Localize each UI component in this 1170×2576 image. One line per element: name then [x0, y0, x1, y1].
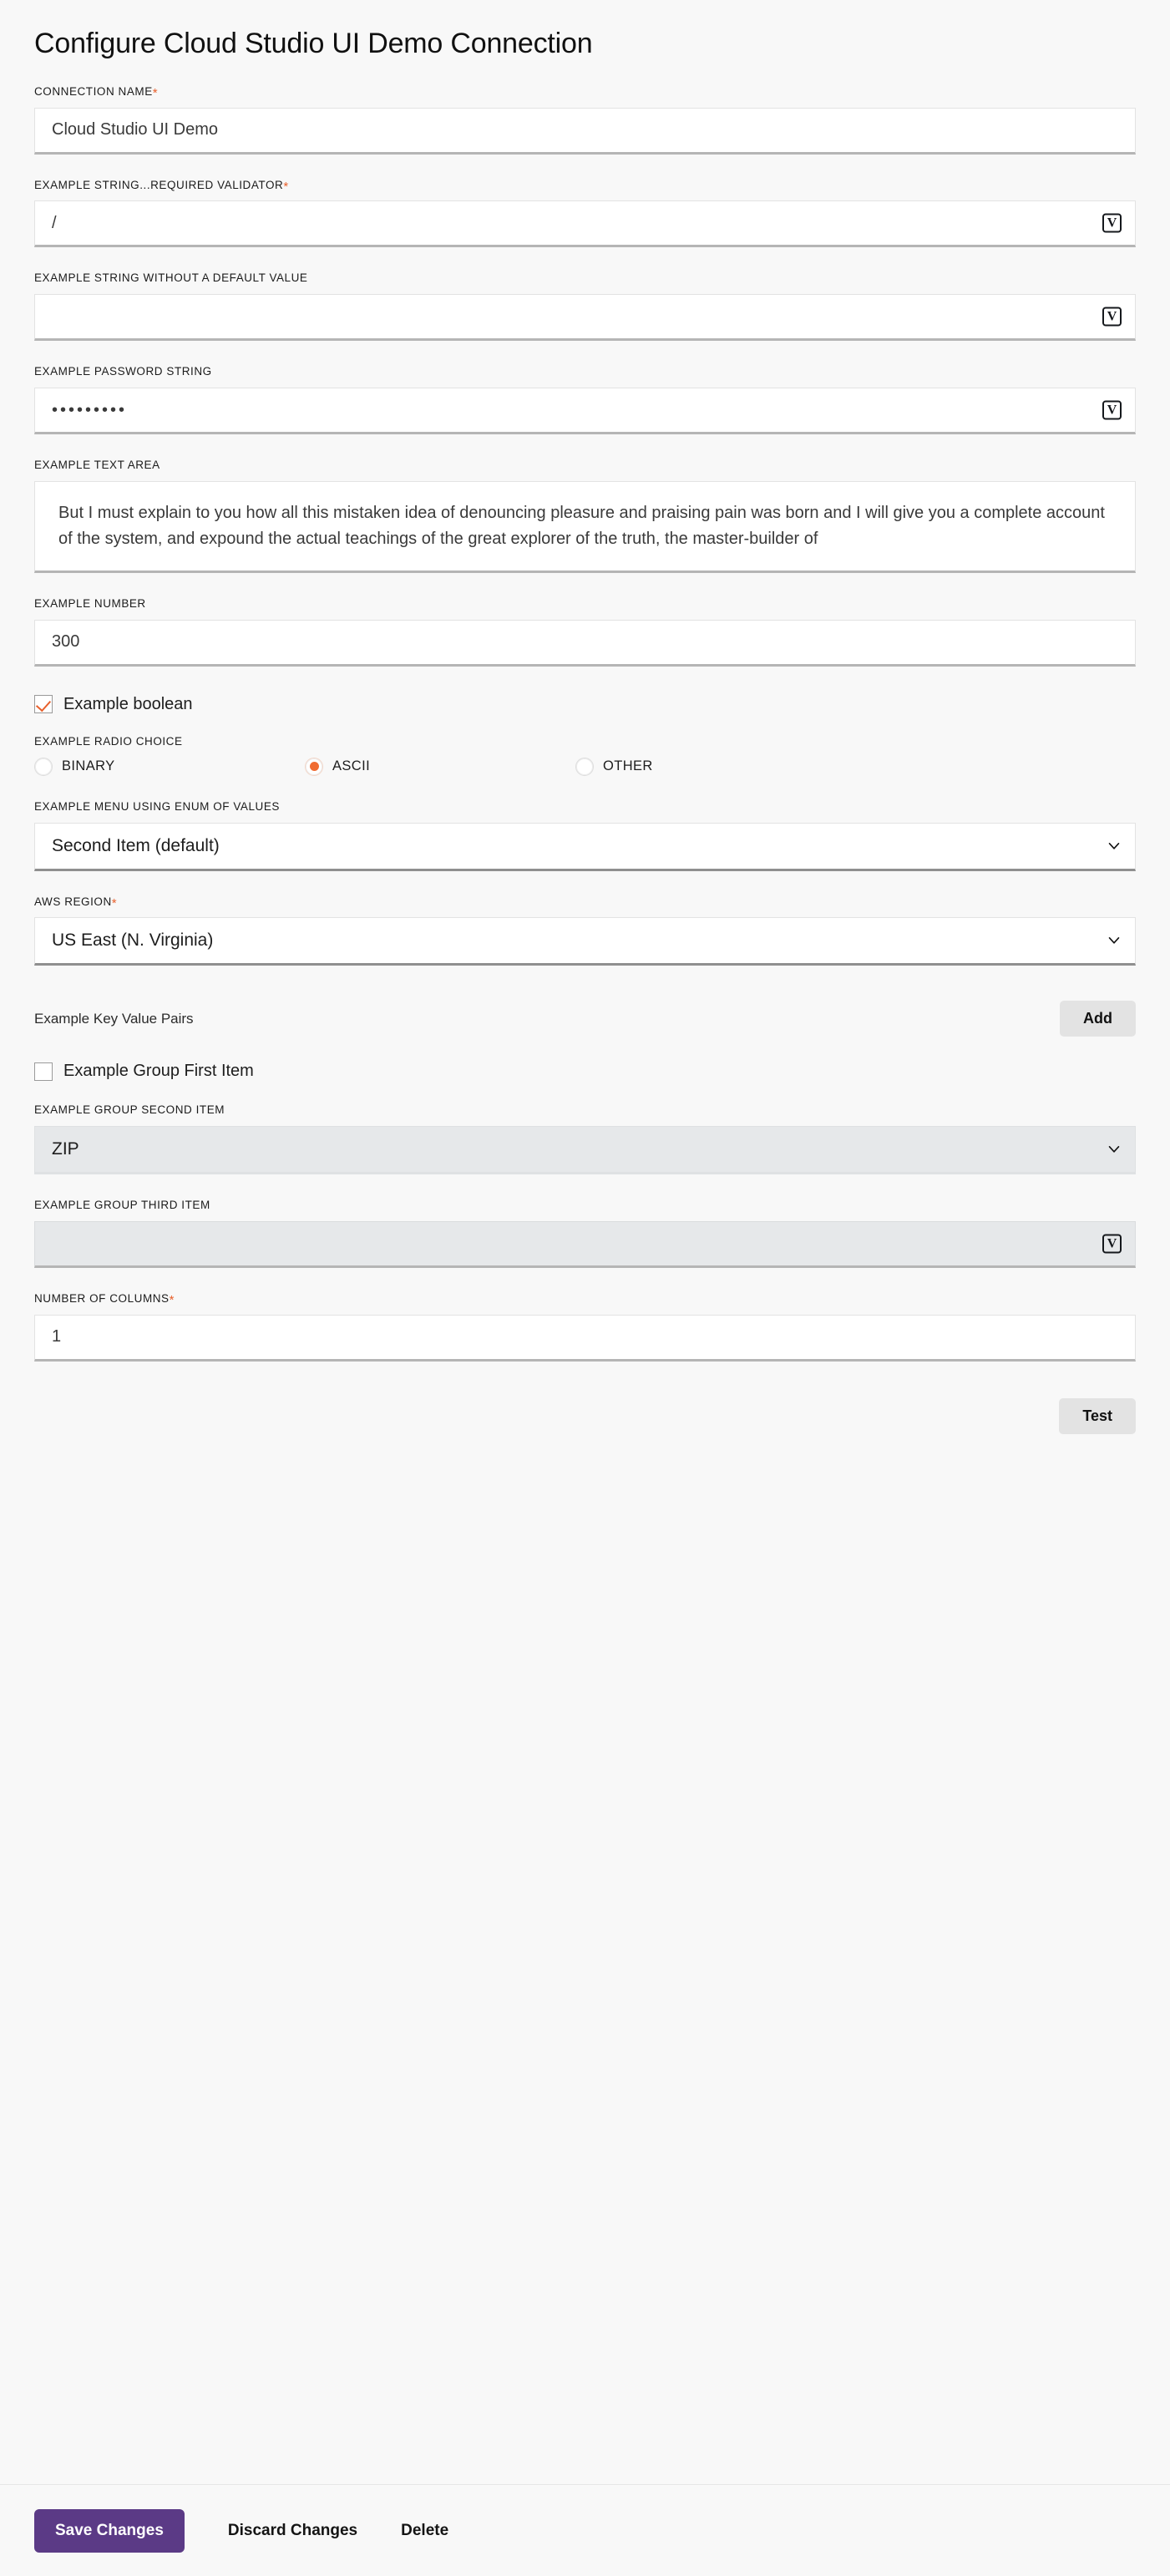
- add-key-value-pair-button[interactable]: Add: [1060, 1001, 1136, 1037]
- variable-icon[interactable]: V: [1102, 213, 1122, 233]
- required-asterisk: *: [169, 1293, 175, 1308]
- label-example-password-string: EXAMPLE PASSWORD STRING: [34, 365, 212, 378]
- save-changes-button[interactable]: Save Changes: [34, 2508, 185, 2553]
- radio-option-binary[interactable]: BINARY: [34, 757, 305, 776]
- chevron-down-icon: [1108, 935, 1120, 946]
- radio-group-example-radio-choice: BINARY ASCII OTHER: [34, 757, 1136, 776]
- label-example-radio-choice: EXAMPLE RADIO CHOICE: [34, 734, 183, 748]
- field-example-radio-choice: EXAMPLE RADIO CHOICE BINARY ASCII OTHER: [34, 734, 1136, 776]
- variable-icon[interactable]: V: [1102, 400, 1122, 420]
- footer-action-bar: Save Changes Discard Changes Delete: [0, 2484, 1170, 2576]
- delete-button[interactable]: Delete: [379, 2509, 470, 2553]
- label-example-string-required-validator: EXAMPLE STRING...REQUIRED VALIDATOR*: [34, 178, 1136, 194]
- label-aws-region-text: AWS REGION: [34, 895, 112, 908]
- label-number-of-columns: NUMBER OF COLUMNS*: [34, 1292, 1136, 1308]
- checkbox-example-group-first-item[interactable]: [34, 1062, 53, 1081]
- field-example-string-no-default: EXAMPLE STRING WITHOUT A DEFAULT VALUE V: [34, 271, 1136, 342]
- select-aws-region-value: US East (N. Virginia): [52, 931, 214, 951]
- input-connection-name[interactable]: Cloud Studio UI Demo: [34, 107, 1136, 155]
- field-example-group-third-item: EXAMPLE GROUP THIRD ITEM V: [34, 1199, 1136, 1269]
- radio-option-ascii[interactable]: ASCII: [305, 757, 575, 776]
- checkbox-example-boolean[interactable]: [34, 695, 53, 714]
- test-button-row: Test: [34, 1397, 1136, 1434]
- label-number-of-columns-text: NUMBER OF COLUMNS: [34, 1292, 170, 1306]
- label-connection-name-text: CONNECTION NAME: [34, 84, 153, 98]
- input-example-number[interactable]: 300: [34, 619, 1136, 667]
- input-example-group-third-item[interactable]: V: [34, 1221, 1136, 1269]
- field-number-of-columns: NUMBER OF COLUMNS* 1: [34, 1292, 1136, 1362]
- radio-label-ascii: ASCII: [332, 758, 371, 774]
- label-example-group-third-item: EXAMPLE GROUP THIRD ITEM: [34, 1199, 210, 1212]
- variable-icon[interactable]: V: [1102, 1234, 1122, 1254]
- label-connection-name: CONNECTION NAME*: [34, 84, 1136, 100]
- chevron-down-icon: [1108, 839, 1120, 850]
- variable-icon[interactable]: V: [1102, 307, 1122, 327]
- checkbox-row-example-group-first-item[interactable]: Example Group First Item: [34, 1062, 1136, 1081]
- page-title: Configure Cloud Studio UI Demo Connectio…: [34, 28, 593, 59]
- input-example-password-string-value: •••••••••: [52, 402, 128, 419]
- input-connection-name-value: Cloud Studio UI Demo: [52, 120, 218, 139]
- row-example-key-value-pairs: Example Key Value Pairs Add: [34, 1001, 1136, 1037]
- field-connection-name: CONNECTION NAME* Cloud Studio UI Demo: [34, 84, 1136, 155]
- required-asterisk: *: [152, 85, 159, 100]
- input-example-password-string[interactable]: ••••••••• V: [34, 388, 1136, 435]
- radio-dot-binary[interactable]: [34, 757, 53, 776]
- field-example-number: EXAMPLE NUMBER 300: [34, 597, 1136, 667]
- input-number-of-columns[interactable]: 1: [34, 1314, 1136, 1362]
- select-example-group-second-item-value: ZIP: [52, 1139, 79, 1159]
- required-asterisk: *: [283, 179, 289, 194]
- discard-changes-button[interactable]: Discard Changes: [206, 2509, 379, 2553]
- configure-connection-page: Configure Cloud Studio UI Demo Connectio…: [0, 0, 1170, 1434]
- select-aws-region[interactable]: US East (N. Virginia): [34, 917, 1136, 966]
- label-example-string-no-default: EXAMPLE STRING WITHOUT A DEFAULT VALUE: [34, 271, 308, 285]
- input-example-string-required-validator[interactable]: / V: [34, 200, 1136, 248]
- label-aws-region: AWS REGION*: [34, 895, 1136, 910]
- required-asterisk: *: [111, 895, 118, 910]
- checkbox-example-group-first-item-label: Example Group First Item: [63, 1062, 254, 1081]
- radio-dot-ascii[interactable]: [305, 757, 323, 776]
- input-number-of-columns-value: 1: [52, 1327, 62, 1346]
- field-example-string-required-validator: EXAMPLE STRING...REQUIRED VALIDATOR* / V: [34, 178, 1136, 248]
- label-example-group-second-item: EXAMPLE GROUP SECOND ITEM: [34, 1103, 225, 1117]
- label-example-string-required-validator-text: EXAMPLE STRING...REQUIRED VALIDATOR: [34, 178, 284, 191]
- field-example-text-area: EXAMPLE TEXT AREA But I must explain to …: [34, 459, 1136, 574]
- field-example-group-second-item: EXAMPLE GROUP SECOND ITEM ZIP: [34, 1103, 1136, 1175]
- radio-label-binary: BINARY: [62, 758, 115, 774]
- select-example-menu-enum[interactable]: Second Item (default): [34, 822, 1136, 871]
- textarea-example-text-area-value: But I must explain to you how all this m…: [58, 504, 1105, 549]
- label-example-menu-enum: EXAMPLE MENU USING ENUM OF VALUES: [34, 799, 280, 813]
- label-example-number: EXAMPLE NUMBER: [34, 597, 146, 611]
- label-example-text-area: EXAMPLE TEXT AREA: [34, 459, 160, 472]
- select-example-menu-enum-value: Second Item (default): [52, 835, 220, 855]
- test-connection-button[interactable]: Test: [1059, 1397, 1136, 1434]
- label-example-key-value-pairs: Example Key Value Pairs: [34, 1010, 194, 1027]
- checkbox-row-example-boolean[interactable]: Example boolean: [34, 695, 1136, 714]
- input-example-string-no-default[interactable]: V: [34, 294, 1136, 342]
- textarea-example-text-area[interactable]: But I must explain to you how all this m…: [34, 481, 1136, 574]
- radio-option-other[interactable]: OTHER: [575, 757, 846, 776]
- input-example-string-required-validator-value: /: [52, 213, 57, 232]
- radio-dot-other[interactable]: [575, 757, 594, 776]
- checkbox-example-boolean-label: Example boolean: [63, 694, 193, 713]
- radio-label-other: OTHER: [603, 758, 653, 774]
- chevron-down-icon: [1108, 1143, 1120, 1154]
- select-example-group-second-item[interactable]: ZIP: [34, 1126, 1136, 1175]
- field-example-menu-enum: EXAMPLE MENU USING ENUM OF VALUES Second…: [34, 799, 1136, 871]
- field-example-password-string: EXAMPLE PASSWORD STRING ••••••••• V: [34, 365, 1136, 435]
- input-example-number-value: 300: [52, 632, 80, 652]
- field-aws-region: AWS REGION* US East (N. Virginia): [34, 895, 1136, 966]
